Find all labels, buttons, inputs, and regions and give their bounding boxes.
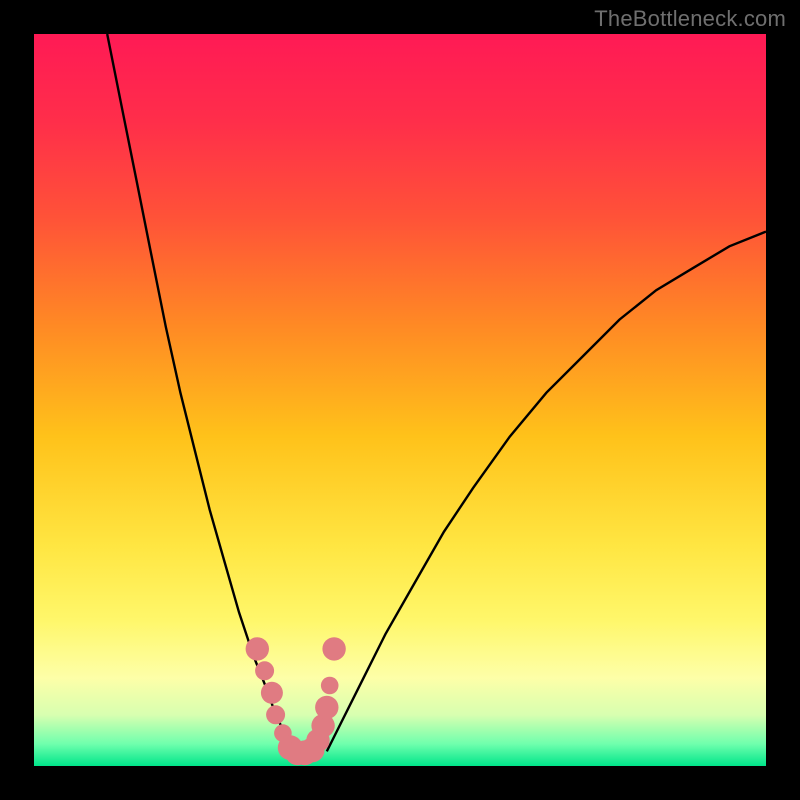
watermark-text: TheBottleneck.com xyxy=(594,6,786,32)
gradient-background xyxy=(34,34,766,766)
chart-svg xyxy=(34,34,766,766)
chart-frame: TheBottleneck.com xyxy=(0,0,800,800)
highlight-dot xyxy=(246,637,269,660)
highlight-dot xyxy=(315,696,338,719)
highlight-dot xyxy=(255,661,274,680)
highlight-dot xyxy=(266,705,285,724)
highlight-dot xyxy=(261,682,283,704)
plot-area xyxy=(34,34,766,766)
highlight-dot xyxy=(322,637,345,660)
highlight-dot xyxy=(321,677,339,695)
